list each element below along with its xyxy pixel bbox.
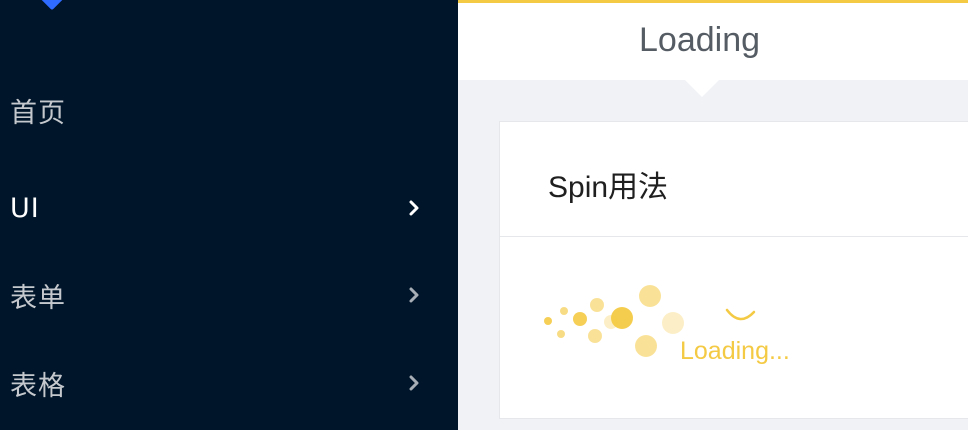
card-header: Spin用法 — [500, 122, 968, 237]
sidebar-item-table[interactable]: 表格 — [0, 353, 458, 413]
chevron-right-icon — [409, 287, 419, 303]
sidebar-item-home[interactable]: 首页 — [0, 80, 458, 140]
sidebar-item-ui[interactable]: UI — [0, 178, 458, 238]
sidebar-item-label: 首页 — [10, 97, 66, 129]
app-root: 首页 UI 表单 表格 Loading Spin用法 Loading... — [0, 0, 968, 430]
card-title: Spin用法 — [548, 171, 669, 204]
page-title: Loading — [639, 21, 761, 59]
sidebar: 首页 UI 表单 表格 — [0, 0, 458, 430]
chevron-right-icon — [409, 200, 419, 216]
sidebar-item-label: 表单 — [10, 282, 66, 314]
sidebar-item-form[interactable]: 表单 — [0, 265, 458, 325]
card-body: Loading... — [500, 236, 968, 420]
header-pointer — [684, 79, 720, 97]
sidebar-item-label: UI — [10, 192, 40, 224]
sidebar-item-label: 表格 — [10, 370, 66, 402]
chevron-right-icon — [409, 375, 419, 391]
main-content: Loading Spin用法 Loading... — [458, 0, 968, 430]
logo-icon — [40, 0, 64, 11]
loading-text: Loading... — [680, 337, 790, 365]
page-header: Loading — [458, 0, 968, 80]
loading-spinner-icon — [544, 285, 756, 357]
spin-card: Spin用法 Loading... — [499, 121, 968, 419]
